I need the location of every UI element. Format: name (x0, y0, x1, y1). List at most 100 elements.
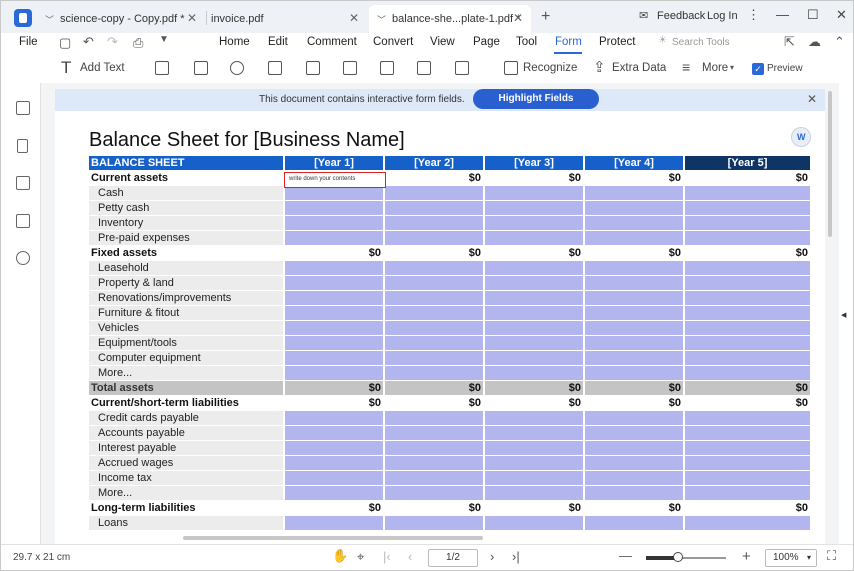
search-icon[interactable] (16, 251, 30, 265)
form-field-cell[interactable] (685, 441, 810, 456)
dropdown-arrow-icon[interactable]: ▼ (159, 34, 169, 45)
form-field-cell[interactable] (485, 336, 583, 351)
button-field-icon[interactable] (343, 61, 357, 75)
form-field-cell[interactable] (685, 321, 810, 336)
hand-tool-icon[interactable]: ✋ (332, 548, 348, 564)
form-field-cell[interactable] (585, 456, 683, 471)
form-field-cell[interactable] (685, 231, 810, 246)
form-field-cell[interactable] (385, 306, 483, 321)
tab-balance-sheet[interactable]: ﹀ balance-she...plate-1.pdf * ✕ (369, 5, 531, 33)
redo-icon[interactable]: ↷ (107, 34, 118, 50)
signature-field-icon[interactable] (417, 61, 431, 75)
form-field-cell[interactable] (585, 336, 683, 351)
form-field-cell[interactable] (285, 231, 383, 246)
form-field-cell[interactable] (685, 291, 810, 306)
form-field-cell[interactable] (585, 321, 683, 336)
form-field-cell[interactable] (485, 441, 583, 456)
form-field-cell[interactable] (685, 261, 810, 276)
form-field-cell[interactable] (385, 366, 483, 381)
form-field-cell[interactable] (285, 276, 383, 291)
menu-edit[interactable]: Edit (268, 36, 288, 48)
form-field-cell[interactable] (485, 276, 583, 291)
form-field-cell[interactable] (485, 321, 583, 336)
feedback-icon[interactable]: ✉ (639, 9, 648, 22)
form-field-cell[interactable] (485, 411, 583, 426)
form-field-cell[interactable] (585, 306, 683, 321)
first-page-icon[interactable]: |‹ (383, 549, 391, 564)
attachment-icon[interactable] (16, 214, 30, 228)
form-field-cell[interactable] (585, 216, 683, 231)
form-field-cell[interactable] (585, 276, 683, 291)
checkbox-field-icon[interactable] (194, 61, 208, 75)
next-page-icon[interactable]: › (490, 549, 494, 564)
form-field-cell[interactable] (685, 456, 810, 471)
form-field-cell[interactable] (585, 426, 683, 441)
expand-right-panel-icon[interactable]: ◀ (841, 311, 846, 319)
menu-file[interactable]: File (19, 36, 38, 48)
form-field-cell[interactable] (285, 291, 383, 306)
form-field-cell[interactable] (485, 456, 583, 471)
text-field-icon[interactable] (155, 61, 169, 75)
maximize-icon[interactable]: ☐ (807, 7, 819, 23)
form-field-cell[interactable] (385, 486, 483, 501)
form-field-cell[interactable] (485, 231, 583, 246)
menu-convert[interactable]: Convert (373, 36, 413, 48)
form-field-cell[interactable] (485, 471, 583, 486)
tab-invoice[interactable]: invoice.pdf ✕ (207, 5, 367, 33)
form-field-cell[interactable] (585, 411, 683, 426)
form-field-cell[interactable] (685, 366, 810, 381)
more-options-icon[interactable]: ⋮ (747, 7, 760, 23)
form-field-cell[interactable] (485, 306, 583, 321)
combo-box-icon[interactable] (268, 61, 282, 75)
form-field-cell[interactable] (685, 351, 810, 366)
close-icon[interactable]: ✕ (807, 92, 817, 106)
thumbnails-icon[interactable] (16, 101, 30, 115)
form-field-cell[interactable] (385, 201, 483, 216)
extra-data-button[interactable]: Extra Data (612, 62, 666, 74)
form-field-cell[interactable] (385, 261, 483, 276)
form-field-cell[interactable] (285, 426, 383, 441)
form-field-cell[interactable] (485, 366, 583, 381)
search-tools-input[interactable]: Search Tools (672, 37, 730, 48)
form-field-cell[interactable] (285, 201, 383, 216)
form-field-cell[interactable] (385, 426, 483, 441)
form-field-cell[interactable] (285, 456, 383, 471)
recognize-icon[interactable] (504, 61, 518, 75)
close-icon[interactable]: ✕ (187, 11, 197, 25)
highlight-fields-button[interactable]: Highlight Fields (473, 89, 599, 109)
form-field-cell[interactable] (685, 216, 810, 231)
form-field-cell[interactable] (385, 516, 483, 531)
form-field-cell[interactable] (485, 426, 583, 441)
minimize-icon[interactable]: — (776, 7, 789, 22)
form-field-cell[interactable] (285, 336, 383, 351)
print-icon[interactable]: ⎙ (133, 35, 143, 51)
form-field-cell[interactable] (285, 261, 383, 276)
menu-home[interactable]: Home (219, 36, 250, 48)
form-field-cell[interactable] (685, 516, 810, 531)
form-field-cell[interactable] (685, 186, 810, 201)
form-field-cell[interactable] (285, 216, 383, 231)
vertical-scrollbar[interactable] (828, 91, 832, 237)
form-field-cell[interactable] (385, 291, 483, 306)
page-number-input[interactable]: 1/2 (428, 549, 478, 567)
close-window-icon[interactable]: ✕ (836, 7, 847, 23)
form-field-cell[interactable] (285, 366, 383, 381)
menu-page[interactable]: Page (473, 36, 500, 48)
form-field-cell[interactable] (485, 351, 583, 366)
close-icon[interactable]: ✕ (513, 11, 523, 25)
login-link[interactable]: Log In (707, 10, 738, 22)
extract-data-icon[interactable]: ⇪ (593, 58, 606, 76)
preview-checkbox[interactable]: ✓ (752, 63, 764, 75)
radio-button-icon[interactable] (230, 61, 244, 75)
form-field-cell[interactable] (685, 201, 810, 216)
form-field-cell[interactable] (385, 186, 483, 201)
form-field-cell[interactable] (485, 201, 583, 216)
form-field-cell[interactable] (685, 336, 810, 351)
form-field-cell[interactable] (285, 486, 383, 501)
undo-icon[interactable]: ↶ (83, 34, 94, 50)
convert-to-word-icon[interactable] (791, 127, 811, 147)
cash-year1-field[interactable]: write down your contents (284, 172, 386, 188)
save-icon[interactable]: ▢ (59, 35, 71, 51)
form-field-cell[interactable] (585, 441, 683, 456)
zoom-slider-handle[interactable] (673, 552, 683, 562)
